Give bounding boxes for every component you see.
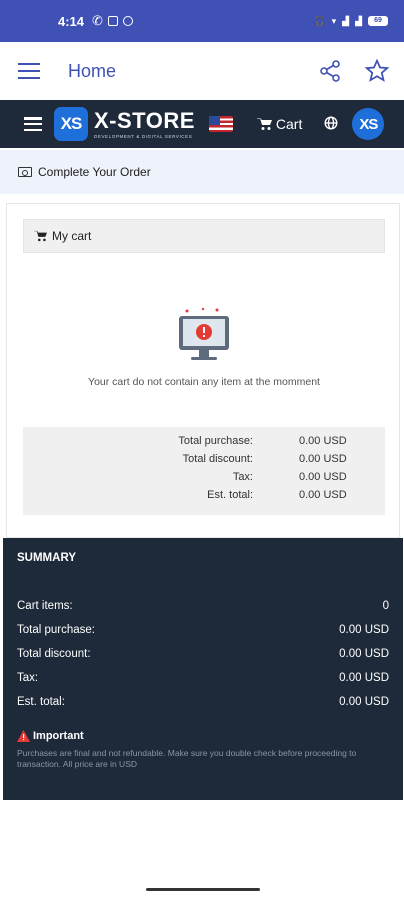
summary-row: Est. total: 0.00 USD: [17, 692, 389, 712]
phone-icon: ✆: [92, 13, 103, 28]
menu-icon[interactable]: [18, 63, 40, 79]
summary-row: Total discount: 0.00 USD: [17, 644, 389, 664]
complete-order-label: Complete Your Order: [38, 165, 151, 179]
summary-value: 0.00 USD: [339, 672, 389, 684]
cart-icon: [256, 118, 272, 130]
money-icon: [18, 167, 32, 177]
cart-totals: Total purchase: 0.00 USD Total discount:…: [23, 427, 385, 515]
important-label: Important: [33, 730, 84, 742]
site-header: XS X-STORE DEVELOPMENT & DIGITAL SERVICE…: [0, 100, 404, 148]
notification-icons: ✆: [92, 13, 133, 29]
totals-value: 0.00 USD: [299, 453, 347, 465]
cart-icon: [34, 230, 47, 242]
wifi-icon: ▾: [331, 15, 337, 26]
us-flag-icon[interactable]: [208, 116, 233, 132]
summary-value: 0: [382, 600, 389, 612]
cart-label: Cart: [275, 116, 303, 132]
cart-card: My cart Your cart do not contain any ite…: [6, 203, 400, 538]
summary-label: Cart items:: [17, 600, 73, 612]
signal-icon: ▟: [342, 15, 350, 26]
signal-icon-2: ▟: [355, 15, 362, 26]
system-icons: 🎧 ▾ ▟ ▟ 69: [314, 16, 388, 27]
app-bar: Home: [0, 42, 404, 100]
summary-label: Total purchase:: [17, 624, 95, 636]
app-notification-icon: [107, 16, 118, 26]
my-cart-header: My cart: [23, 219, 385, 253]
home-indicator[interactable]: [146, 888, 260, 891]
warning-icon: [17, 730, 30, 742]
summary-row: Tax: 0.00 USD: [17, 668, 389, 688]
summary-value: 0.00 USD: [339, 648, 389, 660]
important-note: Purchases are final and not refundable. …: [17, 748, 357, 769]
globe-icon[interactable]: [324, 115, 338, 133]
summary-value: 0.00 USD: [339, 696, 389, 708]
battery-icon: 69: [368, 16, 388, 26]
totals-label: Est. total:: [207, 489, 253, 501]
site-menu-icon[interactable]: [24, 117, 42, 131]
avatar[interactable]: XS: [352, 108, 385, 140]
complete-order-bar: Complete Your Order: [0, 150, 404, 194]
totals-label: Total purchase:: [178, 435, 253, 447]
star-icon[interactable]: [364, 58, 390, 84]
summary-label: Est. total:: [17, 696, 65, 708]
instagram-icon: [122, 16, 133, 26]
totals-value: 0.00 USD: [299, 471, 347, 483]
brand-tagline: DEVELOPMENT & DIGITAL SERVICES: [94, 133, 193, 139]
important-heading: Important: [17, 730, 84, 742]
totals-value: 0.00 USD: [299, 489, 347, 501]
brand[interactable]: X-STORE DEVELOPMENT & DIGITAL SERVICES: [94, 107, 195, 139]
empty-cart-message: Your cart do not contain any item at the…: [88, 376, 320, 388]
totals-label: Total discount:: [182, 453, 253, 465]
summary-title: SUMMARY: [17, 552, 76, 564]
brand-name: X-STORE: [94, 107, 195, 133]
summary-label: Tax:: [17, 672, 39, 684]
summary-row: Cart items: 0: [17, 596, 389, 616]
summary-label: Total discount:: [17, 648, 91, 660]
cart-link[interactable]: Cart: [256, 116, 303, 132]
empty-cart-monitor-icon: [179, 308, 229, 360]
share-icon[interactable]: [318, 59, 342, 83]
status-time: 4:14: [58, 13, 85, 29]
summary-panel: SUMMARY Cart items: 0 Total purchase: 0.…: [3, 538, 403, 800]
totals-label: Tax:: [232, 471, 253, 483]
status-bar: 4:14 ✆ 🎧 ▾ ▟ ▟ 69: [0, 0, 404, 42]
headphones-icon: 🎧: [314, 15, 326, 26]
my-cart-label: My cart: [52, 229, 92, 243]
site-logo[interactable]: XS: [54, 107, 88, 141]
totals-value: 0.00 USD: [299, 435, 347, 447]
summary-value: 0.00 USD: [339, 624, 389, 636]
app-title: Home: [68, 60, 117, 81]
summary-row: Total purchase: 0.00 USD: [17, 620, 389, 640]
